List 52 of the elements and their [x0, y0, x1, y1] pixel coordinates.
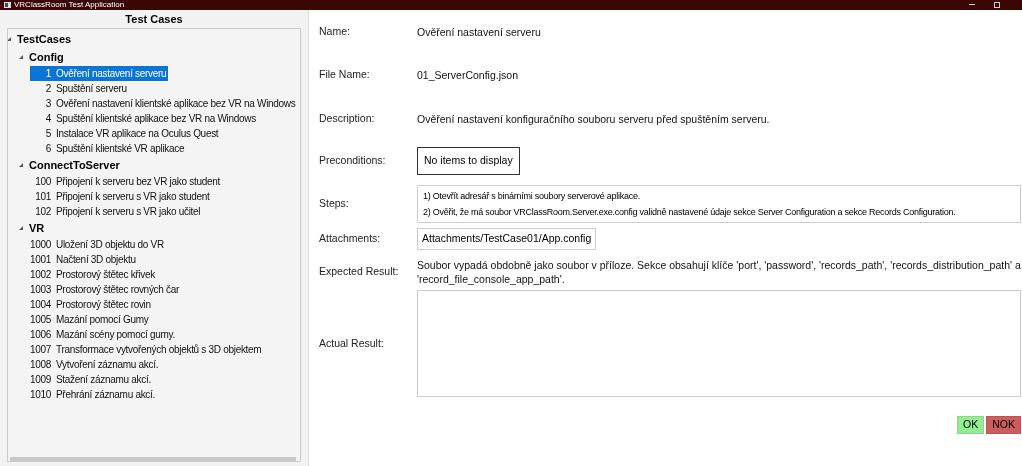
- tree-item[interactable]: 6 Spuštění klientské VR aplikace: [30, 141, 187, 156]
- tree-item[interactable]: 1001 Načtení 3D objektu: [30, 252, 138, 267]
- tree-item[interactable]: 100 Připojení k serveru bez VR jako student: [30, 174, 222, 189]
- tree-item[interactable]: 2 Spuštění serveru: [30, 81, 129, 96]
- expand-caret-icon[interactable]: [18, 54, 24, 60]
- tree-item[interactable]: 1006 Mazání scény pomocí gumy.: [30, 327, 178, 342]
- step-item: 2) Ověřit, že má soubor VRClassRoom.Server.exe.config validně nastavené údaje sekce Server Configuration a sekce Records Configuration.: [423, 206, 957, 219]
- tree-item[interactable]: 1 Ověření nastavení serveru: [30, 66, 169, 81]
- field-value: Ověření nastavení serveru: [417, 25, 541, 39]
- field-label: Expected Result:: [319, 264, 400, 280]
- field-value: Soubor vypadá obdobně jako soubor v příloze. Sekce obsahují klíče 'port', 'password', 'records_path', 'records_distribution_path' a 'record_file_console_app_path'.: [417, 258, 1021, 286]
- tree-item[interactable]: 1002 Prostorový štětec křivek: [30, 267, 157, 282]
- field-label: Name:: [319, 24, 351, 40]
- actual-result-field[interactable]: [417, 290, 1021, 397]
- maximize-icon[interactable]: [994, 2, 1000, 8]
- field-label: Preconditions:: [319, 153, 387, 169]
- tree-item[interactable]: 1000 Uložení 3D objektu do VR: [30, 237, 166, 252]
- tree-item[interactable]: 101 Připojení k serveru s VR jako student: [30, 189, 212, 204]
- tree-item[interactable]: 1010 Přehrání záznamu akcí.: [30, 387, 157, 402]
- tree-group-label[interactable]: VR: [29, 219, 45, 237]
- field-value: 01_ServerConfig.json: [417, 68, 518, 82]
- field-label: Description:: [319, 111, 376, 127]
- tree-item[interactable]: 1005 Mazání pomocí Gumy: [30, 312, 151, 327]
- tree-group-label[interactable]: ConnectToServer: [29, 156, 120, 174]
- horizontal-scrollbar[interactable]: [10, 457, 296, 461]
- tree-item[interactable]: 1004 Prostorový štětec rovin: [30, 297, 153, 312]
- field-label: Steps:: [319, 196, 350, 212]
- tree-item[interactable]: 5 Instalace VR aplikace na Oculus Quest: [30, 126, 221, 141]
- field-label: Attachments:: [319, 231, 382, 247]
- tree-group-label[interactable]: Config: [29, 48, 64, 66]
- tree-item[interactable]: 1009 Stažení záznamu akcí.: [30, 372, 153, 387]
- field-label: Actual Result:: [319, 335, 385, 351]
- tree-item[interactable]: 1007 Transformace vytvořených objektů s 3D objektem: [30, 342, 264, 357]
- ok-button[interactable]: OK: [957, 416, 985, 434]
- preconditions-list: No items to display: [417, 147, 520, 175]
- field-label: File Name:: [319, 67, 371, 83]
- tree-item[interactable]: 102 Připojení k serveru s VR jako učitel: [30, 204, 203, 219]
- nok-button[interactable]: NOK: [986, 416, 1021, 434]
- tree-item[interactable]: 1003 Prostorový štětec rovných čar: [30, 282, 181, 297]
- step-item: 1) Otevřít adresář s binárními soubory serverové aplikace.: [423, 190, 642, 203]
- app-icon: [4, 2, 11, 8]
- tree-group-label[interactable]: TestCases: [17, 30, 72, 48]
- minimize-icon[interactable]: [969, 4, 975, 6]
- expand-caret-icon[interactable]: [18, 162, 24, 168]
- field-value: Ověření nastavení konfiguračního souboru serveru před spuštěním serveru.: [417, 112, 770, 126]
- tree-item[interactable]: 4 Spuštění klientské aplikace bez VR na Windows: [30, 111, 258, 126]
- panel-header: Test Cases: [124, 12, 184, 27]
- expand-caret-icon[interactable]: [18, 225, 24, 231]
- window-title: VRClassRoom Test Application: [14, 0, 125, 10]
- attachment-link[interactable]: Attachments/TestCase01/App.config: [417, 228, 597, 250]
- tree-item[interactable]: 3 Ověření nastavení klientské aplikace bez VR na Windows: [30, 96, 298, 111]
- tree-item[interactable]: 1008 Vytvoření záznamu akcí.: [30, 357, 161, 372]
